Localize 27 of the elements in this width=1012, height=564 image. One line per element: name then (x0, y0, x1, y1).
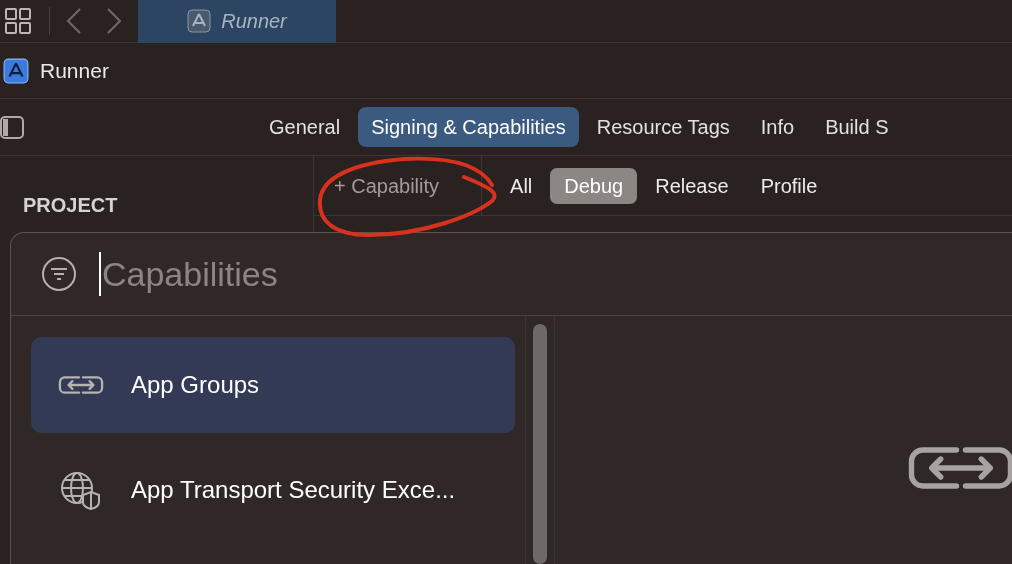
capability-label: App Groups (131, 370, 260, 400)
tab[interactable]: Resource Tags (583, 107, 743, 147)
back-chevron-icon[interactable] (66, 7, 82, 35)
search-field[interactable]: Capabilities (99, 252, 519, 296)
configuration-tab[interactable]: All (496, 167, 547, 204)
tab[interactable]: General (256, 107, 354, 147)
app-icon (187, 9, 212, 33)
add-capability-button[interactable]: + Capability (334, 170, 440, 201)
tab[interactable]: Info (747, 107, 808, 147)
capability-list-item[interactable]: App Transport Security Exce... (31, 442, 515, 538)
capability-label: App Transport Security Exce... (131, 475, 456, 505)
target-name: Runner (40, 57, 109, 84)
editor-tab-title: Runner (221, 9, 287, 34)
configuration-tab[interactable]: Profile (746, 167, 832, 204)
filter-icon[interactable] (41, 256, 77, 292)
tab[interactable]: Signing & Capabilities (358, 107, 579, 147)
editor-tab[interactable]: Runner (138, 0, 336, 43)
configuration-tab[interactable]: Debug (550, 167, 638, 204)
grid-icon[interactable] (4, 7, 32, 35)
configuration-tab[interactable]: Release (641, 167, 743, 204)
app-icon (3, 57, 29, 84)
capability-list-item[interactable]: App Groups (31, 337, 515, 433)
sidebar-heading: PROJECT (23, 193, 118, 218)
scrollbar[interactable] (533, 324, 547, 564)
tab[interactable]: Build S (812, 107, 902, 147)
sidebar-toggle-icon[interactable] (0, 114, 25, 140)
forward-chevron-icon[interactable] (106, 7, 122, 35)
